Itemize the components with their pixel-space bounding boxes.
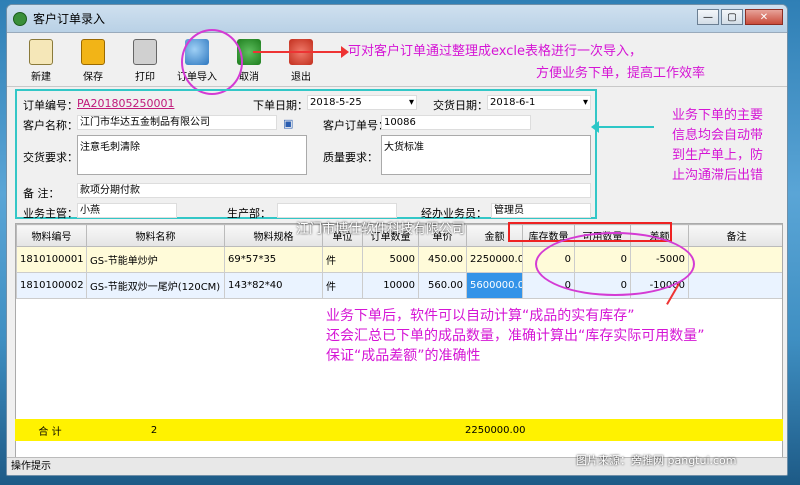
- right-annotation-1: 业务下单的主要: [672, 108, 764, 123]
- customer-label: 客户名称：: [23, 119, 78, 132]
- total-label: 合 计: [38, 426, 62, 438]
- remark-field[interactable]: 款项分期付款: [77, 183, 591, 198]
- lookup-icon[interactable]: ▣: [283, 117, 293, 130]
- dept-field[interactable]: [277, 203, 397, 218]
- col-header[interactable]: 物料名称: [86, 224, 225, 247]
- cell-code[interactable]: 1810100002: [16, 272, 87, 299]
- order-no-link[interactable]: PA201805250001: [77, 97, 174, 110]
- delivery-req-textarea[interactable]: 注意毛刺清除: [77, 135, 307, 175]
- close-button[interactable]: ✕: [745, 9, 783, 25]
- right-annotation-2: 信息均会自动带: [672, 128, 764, 143]
- cell-note[interactable]: [688, 272, 782, 299]
- watermark-company: 江门市博仕软件科技有限公司: [296, 222, 466, 237]
- bottom-annotation-3: 保证“成品差额”的准确性: [326, 348, 481, 364]
- highlight-circle: [181, 29, 243, 95]
- cust-order-label: 客户订单号：: [323, 119, 389, 132]
- import-annotation-1: 可对客户订单通过整理成excle表格进行一次导入，: [348, 44, 642, 59]
- order-no-label: 订单编号：: [23, 99, 78, 112]
- maximize-button[interactable]: ▢: [721, 9, 743, 25]
- cust-order-field[interactable]: 10086: [381, 115, 531, 130]
- print-button[interactable]: 打印: [119, 36, 171, 86]
- save-icon: [81, 39, 105, 65]
- highlight-ellipse: [535, 232, 695, 296]
- cell-spec[interactable]: 143*82*40: [224, 272, 323, 299]
- supervisor-field[interactable]: 小燕: [77, 203, 177, 218]
- quality-req-label: 质量要求：: [323, 151, 378, 164]
- cell-price[interactable]: 560.00: [418, 272, 467, 299]
- cell-amount[interactable]: 2250000.00: [466, 246, 523, 273]
- order-date-field[interactable]: 2018-5-25: [307, 95, 417, 110]
- salesman-field[interactable]: 管理员: [491, 203, 591, 218]
- cell-qty[interactable]: 10000: [362, 272, 419, 299]
- bottom-annotation-1: 业务下单后，软件可以自动计算“成品的实有库存”: [326, 308, 635, 324]
- supervisor-label: 业务主管：: [23, 207, 78, 220]
- cell-unit[interactable]: 件: [322, 272, 363, 299]
- watermark-source: 图片来源：旁推网 pangtui.com: [576, 454, 737, 467]
- cell-name[interactable]: GS-节能单炒炉: [86, 246, 225, 273]
- order-form: 订单编号： PA201805250001 下单日期： 2018-5-25 交货日…: [15, 89, 597, 220]
- cell-name[interactable]: GS-节能双炒一尾炉(120CM): [86, 272, 225, 299]
- exit-button[interactable]: 退出: [275, 36, 327, 86]
- col-header[interactable]: 备注: [688, 224, 782, 247]
- annotation-arrow: [253, 46, 349, 58]
- right-annotation-4: 止沟通滞后出错: [672, 168, 764, 183]
- cell-price[interactable]: 450.00: [418, 246, 467, 273]
- total-amount: 2250000.00: [465, 424, 526, 436]
- right-annotation-3: 到生产单上，防: [672, 148, 764, 163]
- cell-note[interactable]: [688, 246, 782, 273]
- form-arrow: [591, 121, 654, 133]
- delivery-date-label: 交货日期：: [433, 99, 488, 112]
- printer-icon: [133, 39, 157, 65]
- cell-code[interactable]: 1810100001: [16, 246, 87, 273]
- customer-field[interactable]: 江门市华达五金制品有限公司: [77, 115, 277, 130]
- order-date-label: 下单日期：: [253, 99, 308, 112]
- cell-amount[interactable]: 5600000.00: [466, 272, 523, 299]
- save-button[interactable]: 保存: [67, 36, 119, 86]
- window-title: 客户订单录入: [33, 12, 106, 26]
- cell-unit[interactable]: 件: [322, 246, 363, 273]
- remark-label: 备 注：: [23, 187, 60, 200]
- import-annotation-2: 方便业务下单，提高工作效率: [536, 66, 706, 81]
- minimize-button[interactable]: —: [697, 9, 719, 25]
- title-bar: 客户订单录入 — ▢ ✕: [7, 5, 787, 33]
- total-count: 2: [150, 424, 158, 436]
- app-icon: [13, 11, 27, 26]
- delivery-date-field[interactable]: 2018-6-1: [487, 95, 591, 110]
- new-button[interactable]: 新建: [15, 36, 67, 86]
- col-header[interactable]: 物料编号: [16, 224, 87, 247]
- bottom-annotation: 业务下单后，软件可以自动计算“成品的实有库存” 还会汇总已下单的成品数量，准确计…: [326, 306, 705, 366]
- cell-qty[interactable]: 5000: [362, 246, 419, 273]
- dept-label: 生产部：: [227, 207, 271, 220]
- totals-row: 合 计 2 2250000.00: [15, 419, 783, 441]
- cell-spec[interactable]: 69*57*35: [224, 246, 323, 273]
- delivery-req-label: 交货要求：: [23, 151, 78, 164]
- new-doc-icon: [29, 39, 53, 65]
- bottom-annotation-2: 还会汇总已下单的成品数量，准确计算出“库存实际可用数量”: [326, 328, 705, 344]
- quality-req-textarea[interactable]: 大货标准: [381, 135, 591, 175]
